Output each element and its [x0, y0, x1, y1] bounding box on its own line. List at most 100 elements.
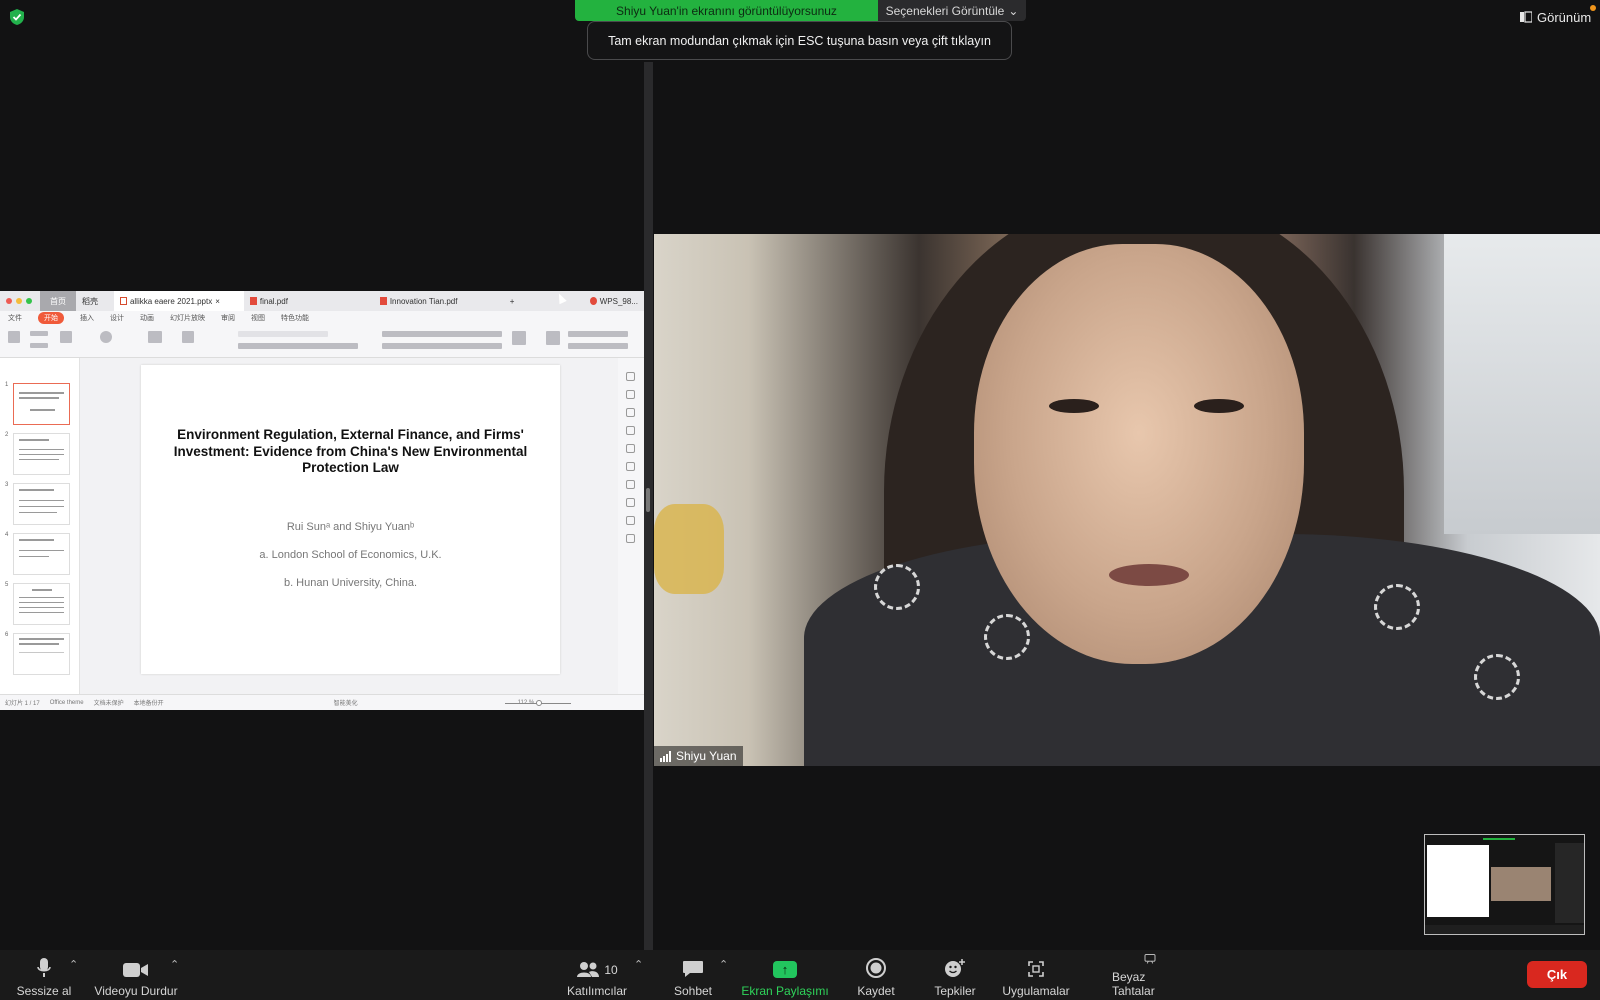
stop-video-label: Videoyu Durdur: [94, 984, 178, 998]
wps-tab-pptx: allikka eaere 2021.pptx ×: [113, 291, 244, 311]
theme-name: Office theme: [49, 699, 84, 706]
clothing-pattern: [1374, 584, 1420, 630]
minimap-participants-panel: [1555, 843, 1584, 923]
chat-label: Sohbet: [673, 984, 713, 998]
clothing-pattern: [1474, 654, 1520, 700]
minimap-share-banner: [1483, 838, 1515, 840]
wps-menu-item: 特色功能: [281, 315, 309, 322]
leave-label: Çık: [1546, 967, 1568, 982]
textbox-icon: [512, 331, 526, 345]
side-tool-icon: [626, 480, 635, 489]
view-layout-button[interactable]: Görünüm: [1520, 5, 1597, 28]
background-flowers: [654, 504, 724, 594]
wps-tab-final-pdf: final.pdf: [244, 291, 374, 311]
view-options-label: Seçenekleri Görüntüle: [885, 3, 1005, 18]
arrange-icons: [568, 343, 628, 349]
slide-thumbnail: [13, 383, 70, 425]
minimap-shared-screen: [1427, 845, 1489, 917]
security-shield-icon[interactable]: [9, 8, 25, 26]
participant-mouth: [1109, 564, 1189, 586]
microphone-icon: [37, 958, 51, 977]
slide-thumbnail: [13, 483, 70, 525]
wps-tab-label: final.pdf: [259, 296, 288, 306]
participants-options-caret-icon[interactable]: ⌃: [634, 958, 643, 971]
stop-video-button[interactable]: Videoyu Durdur: [92, 954, 180, 998]
participant-video-tile[interactable]: Shiyu Yuan: [654, 234, 1600, 766]
thumbnail-number: 1: [5, 382, 9, 388]
wps-ribbon: [0, 325, 644, 358]
shape-icon: [546, 331, 560, 345]
wps-menu-item: 插入: [80, 315, 94, 322]
whiteboards-label: Beyaz Tahtalar: [1112, 970, 1155, 998]
wps-account-label: WPS_98...: [599, 296, 638, 306]
whiteboards-button[interactable]: Beyaz Tahtalar: [1112, 954, 1188, 998]
side-tool-icon: [626, 444, 635, 453]
view-layout-label: Görünüm: [1537, 9, 1592, 25]
alignment-icons: [382, 343, 502, 349]
minimap-video: [1491, 867, 1551, 901]
clothing-pattern: [984, 614, 1030, 660]
copy-icon: [30, 343, 48, 348]
self-view-minimap[interactable]: [1424, 834, 1585, 935]
minimap-toolbar: [1425, 925, 1584, 934]
whiteboard-icon: [1144, 954, 1156, 964]
leave-meeting-button[interactable]: Çık: [1527, 961, 1587, 988]
split-divider-handle[interactable]: [646, 488, 650, 512]
presentation-file-icon: [119, 297, 127, 305]
wps-workspace: 1 2 3 4 5 6 Environment Regulation, Exte…: [0, 358, 644, 694]
maximize-window-icon: [26, 298, 32, 304]
wps-menu-item: 文件: [8, 315, 22, 322]
video-options-caret-icon[interactable]: ⌃: [170, 958, 179, 971]
wps-tab-innovation-pdf: Innovation Tian.pdf: [374, 291, 504, 311]
audio-options-caret-icon[interactable]: ⌃: [69, 958, 78, 971]
side-tool-icon: [626, 534, 635, 543]
minimize-window-icon: [16, 298, 22, 304]
thumbnail-number: 4: [5, 532, 9, 538]
participants-button[interactable]: 10 Katılımcılar: [562, 954, 632, 998]
participant-name: Shiyu Yuan: [676, 749, 737, 763]
pdf-file-icon: [249, 297, 257, 305]
record-label: Kaydet: [857, 984, 895, 998]
participant-eye: [1049, 399, 1099, 413]
screen-share-status-banner: Shiyu Yuan'in ekranını görüntülüyorsunuz: [575, 0, 878, 21]
thumbnail-number: 2: [5, 432, 9, 438]
participants-label: Katılımcılar: [566, 984, 627, 998]
thumbnail-number: 5: [5, 582, 9, 588]
chat-bubble-icon: [683, 961, 703, 977]
notification-dot: [1590, 5, 1597, 11]
wps-side-toolbar: [618, 358, 644, 694]
slide-canvas: Environment Regulation, External Finance…: [141, 365, 560, 674]
wps-menu-bar: 文件 开始 插入 设计 动画 幻灯片放映 审阅 视图 特色功能: [0, 311, 644, 325]
mute-label: Sessize al: [16, 984, 72, 998]
slide-thumbnail-panel: 1 2 3 4 5 6: [0, 358, 80, 694]
wps-menu-item: 动画: [140, 315, 154, 322]
chat-button[interactable]: Sohbet: [668, 954, 718, 998]
chevron-down-icon: ⌄: [1008, 3, 1019, 18]
reactions-button[interactable]: Tepkiler: [930, 954, 980, 998]
slide-affiliation-b: b. Hunan University, China.: [283, 577, 418, 589]
chat-options-caret-icon[interactable]: ⌃: [719, 958, 728, 971]
mute-button[interactable]: Sessize al: [14, 954, 74, 998]
record-icon: [866, 958, 886, 978]
wps-menu-item: 视图: [251, 315, 265, 322]
slide-thumbnail: [13, 533, 70, 575]
share-screen-button[interactable]: ↑ Ekran Paylaşımı: [740, 954, 830, 998]
thumbnail-number: 6: [5, 632, 9, 638]
wps-tab-label: Innovation Tian.pdf: [389, 296, 458, 306]
view-options-button[interactable]: Seçenekleri Görüntüle ⌄: [878, 0, 1026, 21]
pdf-file-icon: [379, 297, 387, 305]
apps-button[interactable]: Uygulamalar: [1000, 954, 1072, 998]
paste-icon: [8, 331, 20, 343]
participant-count: 10: [604, 962, 618, 977]
font-style-icons: [238, 343, 358, 349]
fullscreen-exit-toast: Tam ekran modundan çıkmak için ESC tuşun…: [587, 21, 1012, 60]
video-camera-icon: [123, 963, 148, 977]
side-tool-icon: [626, 498, 635, 507]
smart-beautify: 智能美化: [333, 701, 358, 707]
record-button[interactable]: Kaydet: [850, 954, 902, 998]
wps-menu-item: 幻灯片放映: [170, 315, 205, 322]
shared-screen: 首页 稻壳 allikka eaere 2021.pptx × final.pdf…: [0, 291, 644, 710]
wps-account: WPS_98...: [584, 291, 644, 311]
slide-thumbnail: [13, 633, 70, 675]
protect-status: 文档未保护: [93, 701, 124, 707]
